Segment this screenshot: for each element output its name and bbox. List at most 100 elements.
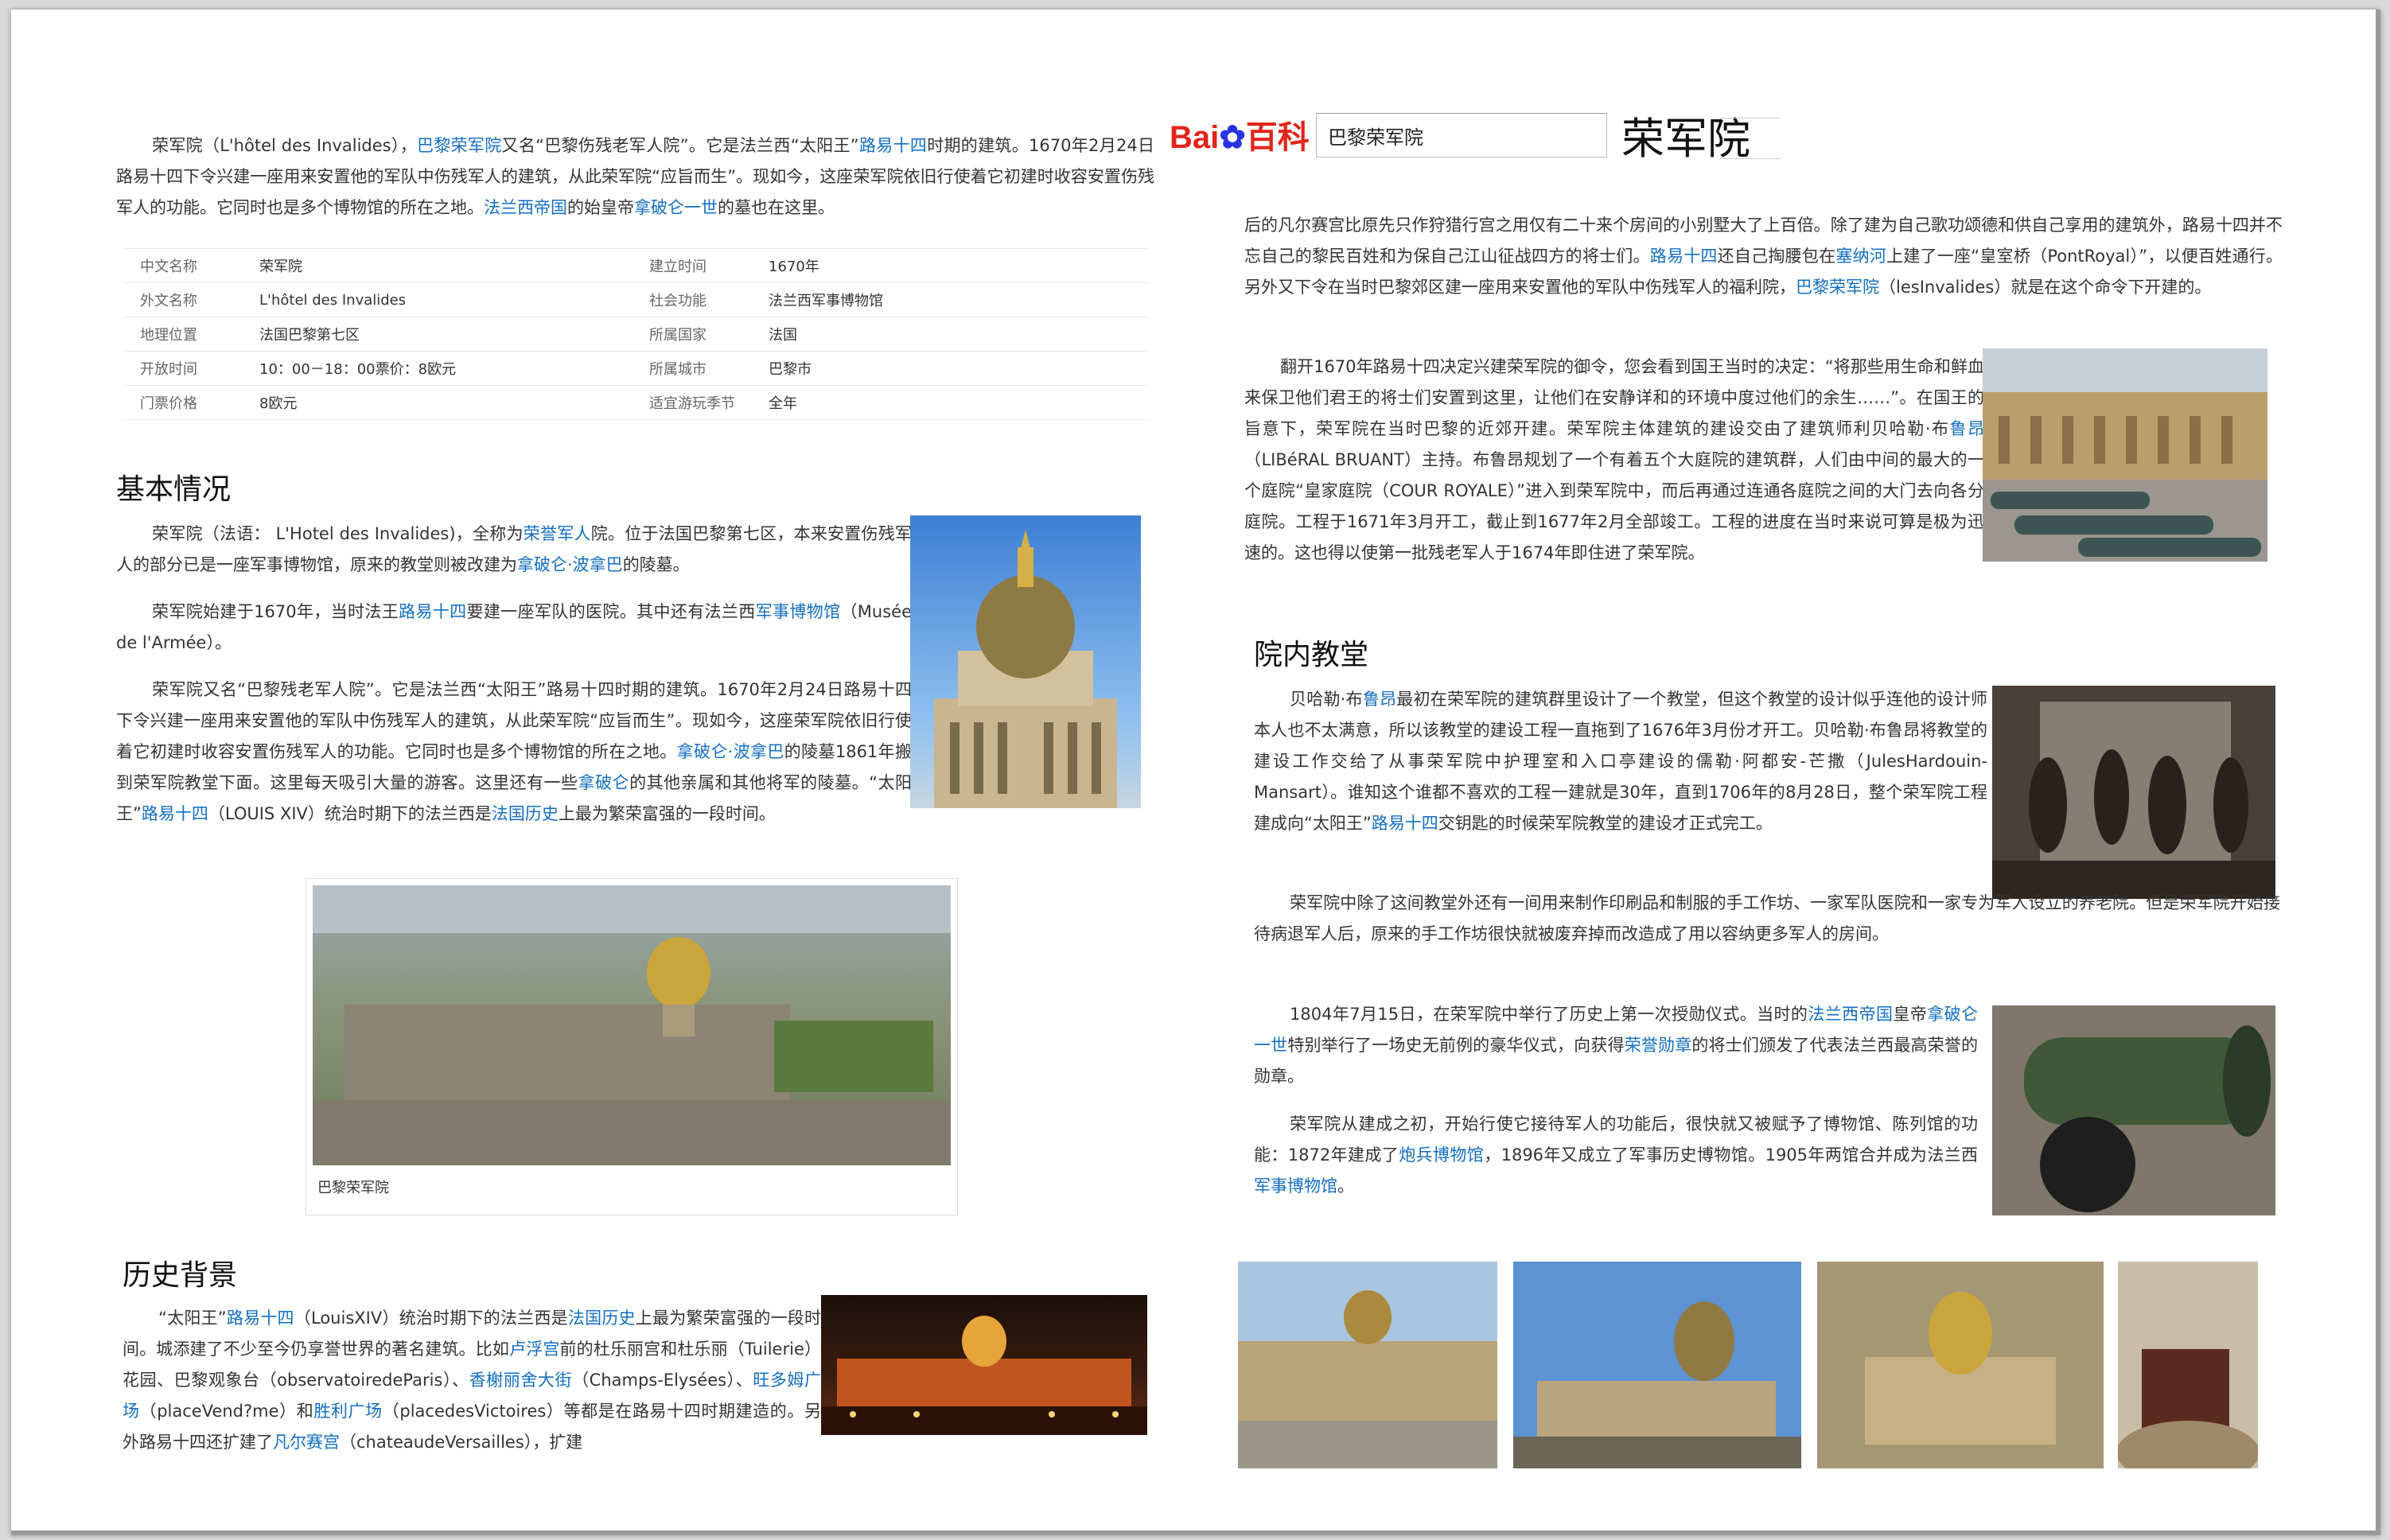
link-artillery-museum[interactable]: 炮兵博物馆 [1399,1145,1484,1165]
link-louis-xiv[interactable]: 路易十四 [1650,247,1718,266]
photo-caption: 巴黎荣军院 [317,1180,389,1196]
aerial-photo-figure: 巴黎荣军院 [306,878,958,1215]
gallery-illustration-3 [1817,1262,2104,1468]
header-divider [1720,118,1781,159]
info-key: 所属国家 [649,327,706,344]
link-louvre[interactable]: 卢浮宫 [509,1340,559,1359]
info-box: 中文名称 荣军院 建立时间 1670年 外文名称 L'hôtel des Invalid… [123,248,1149,420]
chapel-text: 贝哈勒·布 [1290,690,1363,709]
link-napoleon-i[interactable]: 拿破仑一世 [634,198,718,217]
intro-text: 荣军院（L'hôtel des Invalides）， [152,136,418,155]
info-key: 中文名称 [140,259,197,275]
link-bruant[interactable]: 鲁昂 [1949,419,1984,438]
link-versailles[interactable]: 凡尔赛宫 [273,1433,340,1452]
document-page: 荣军院（L'hôtel des Invalides），巴黎荣军院又名“巴黎伤残老… [11,10,2380,1535]
link-french-empire[interactable]: 法兰西帝国 [484,198,567,217]
logo-text: Bai [1170,120,1220,155]
history-text: （LouisXIV）统治时期下的法兰西是 [294,1309,568,1328]
info-value: 8欧元 [259,395,298,412]
link-louis-xiv[interactable]: 路易十四 [859,136,928,155]
basic-text: 上最为繁荣富强的一段时间。 [558,804,776,823]
link-legion-honor[interactable]: 荣誉勋章 [1625,1036,1692,1055]
info-key: 外文名称 [140,293,197,309]
baidu-logo[interactable]: Bai✿du百科 [1170,111,1310,158]
link-army-museum[interactable]: 军事博物馆 [1254,1176,1337,1196]
night-illustration [821,1316,1147,1435]
info-value: 巴黎市 [769,361,812,378]
link-louis-xiv[interactable]: 路易十四 [399,602,466,621]
link-bruant[interactable]: 鲁昂 [1363,690,1396,709]
chapel-text: 最初在荣军院的建筑群里设计了一个教堂，但这个教堂的设计似乎连他的设计师本人也不太… [1254,690,1988,833]
info-row: 门票价格 8欧元 适宜游玩季节 全年 [123,386,1149,420]
dome-illustration [934,530,1117,808]
link-napoleon-bonaparte[interactable]: 拿破仑·波拿巴 [517,555,623,574]
courtyard-illustration [1983,348,2267,562]
chapel-text: 1804年7月15日，在荣军院中举行了历史上第一次授勋仪式。当时的 [1290,1005,1808,1024]
chapel-text: 荣军院中除了这间教堂外还有一间用来制作印刷品和制服的手工作坊、一家军队医院和一家… [1254,893,2280,943]
chapel-text: 特别举行了一场史无前例的豪华仪式，向获得 [1287,1036,1625,1055]
gallery-illustration-1 [1238,1262,1497,1468]
link-army-museum[interactable]: 军事博物馆 [756,602,841,621]
section-title-chapel: 院内教堂 [1254,639,1369,671]
link-napoleon[interactable]: 拿破仑 [578,773,630,792]
link-honor-soldiers[interactable]: 荣誉军人 [524,524,591,543]
link-louis-xiv[interactable]: 路易十四 [1372,814,1438,833]
info-value: 法兰西军事博物馆 [769,293,883,309]
link-paris-invalides[interactable]: 巴黎荣军院 [417,136,502,155]
info-row: 中文名称 荣军院 建立时间 1670年 [123,249,1149,283]
paw-icon: ✿ [1219,120,1246,155]
info-key: 所属城市 [649,361,706,378]
info-value: 荣军院 [259,259,302,275]
link-napoleon-bonaparte[interactable]: 拿破仑·波拿巴 [677,742,784,761]
chapel-paragraph-2: 荣军院中除了这间教堂外还有一间用来制作印刷品和制服的手工作坊、一家军队医院和一家… [1254,888,2280,950]
link-seine[interactable]: 塞纳河 [1835,247,1886,266]
museum-illustration [1992,686,2275,899]
chapel-text: 交钥匙的时候荣军院教堂的建设才正式完工。 [1438,814,1773,833]
logo-text: 百科 [1245,120,1310,155]
chapel-text: ，1896年又成立了军事历史博物馆。1905年两馆合并成为法兰西 [1484,1145,1978,1165]
link-french-history[interactable]: 法国历史 [492,804,559,823]
intro-text: 又名“巴黎伤残老军人院”。它是法兰西“太阳王” [501,136,859,155]
courtyard-photo[interactable] [1983,348,2267,562]
gallery-illustration-2 [1513,1262,1801,1468]
museum-interior-photo[interactable] [1992,686,2275,899]
info-value: 法国巴黎第七区 [259,327,360,344]
section-title-basic: 基本情况 [116,473,232,506]
basic-paragraph-3: 荣军院又名“巴黎残老军人院”。它是法兰西“太阳王”路易十四时期的建筑。1670年… [116,675,912,830]
basic-text: 荣军院始建于1670年，当时法王 [152,602,399,621]
aerial-photo[interactable] [313,885,951,1165]
link-place-victoires[interactable]: 胜利广场 [313,1402,382,1421]
right-text: 还自己掏腰包在 [1717,247,1836,266]
history-paragraph: “太阳王”路易十四（LouisXIV）统治时期下的法兰西是法国历史上最为繁荣富强… [123,1303,821,1458]
link-french-empire[interactable]: 法兰西帝国 [1808,1005,1893,1024]
link-louis-xiv[interactable]: 路易十四 [142,804,208,823]
info-key: 门票价格 [140,395,197,412]
night-photo[interactable] [821,1295,1147,1435]
link-champs-elysees[interactable]: 香榭丽舍大街 [469,1371,572,1390]
basic-text: 要建一座军队的医院。其中还有法兰西 [466,602,756,621]
basic-paragraph-1: 荣军院（法语： L'Hotel des Invalides)，全称为荣誉军人院。… [116,519,912,581]
right-paragraph-2: 翻开1670年路易十四决定兴建荣军院的御令，您会看到国王当时的决定：“将那些用生… [1244,352,1984,569]
gallery-photo-2[interactable] [1513,1262,1801,1468]
cannon-illustration [1992,1005,2275,1215]
link-french-history[interactable]: 法国历史 [568,1309,636,1328]
cannon-photo[interactable] [1992,1005,2275,1215]
info-value: 1670年 [769,259,819,275]
intro-paragraph: 荣军院（L'hôtel des Invalides），巴黎荣军院又名“巴黎伤残老… [116,130,1154,224]
link-louis-xiv[interactable]: 路易十四 [227,1309,294,1328]
right-text: （lesInvalides）就是在这个命令下开建的。 [1879,278,2212,297]
info-key: 适宜游玩季节 [649,395,735,412]
gallery-photo-1[interactable] [1238,1262,1497,1468]
info-row: 地理位置 法国巴黎第七区 所属国家 法国 [123,317,1149,352]
chapel-text: 皇帝 [1893,1005,1928,1024]
gallery-illustration-4 [2118,1262,2258,1468]
info-value: 全年 [769,395,797,412]
link-paris-invalides[interactable]: 巴黎荣军院 [1796,278,1879,297]
search-input[interactable]: 巴黎荣军院 [1316,113,1607,158]
gallery-photo-4[interactable] [2118,1262,2258,1468]
gallery-photo-3[interactable] [1817,1262,2104,1468]
right-text: （LIBéRAL BRUANT）主持。布鲁昂规划了一个有着五个大庭院的建筑群，人… [1244,450,1984,562]
basic-text: 荣军院（法语： L'Hotel des Invalides)，全称为 [152,524,524,543]
right-text: 翻开1670年路易十四决定兴建荣军院的御令，您会看到国王当时的决定：“将那些用生… [1244,357,1984,438]
dome-photo[interactable] [910,515,1141,808]
